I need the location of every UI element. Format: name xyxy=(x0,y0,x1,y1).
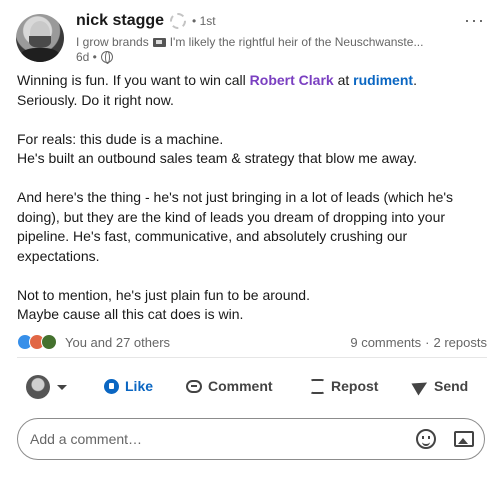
comment-box xyxy=(17,418,485,460)
reactions-summary[interactable]: You and 27 others xyxy=(17,334,170,350)
flag-icon xyxy=(152,37,166,47)
engagement-counts: 9 comments · 2 reposts xyxy=(350,335,487,350)
repost-label: Repost xyxy=(331,378,379,394)
post-text: Winning is fun. If you want to win call … xyxy=(17,71,487,344)
author-name[interactable]: nick stagge xyxy=(76,12,164,30)
post-text-segment: Not to mention, he's just plain fun to b… xyxy=(17,286,310,303)
comment-icon xyxy=(186,379,202,393)
post-text-segment: at xyxy=(333,72,354,88)
post-paragraph-3: And here's the thing - he's not just bri… xyxy=(17,189,454,264)
post-text-segment: . xyxy=(413,72,417,88)
open-to-work-ring-icon xyxy=(170,13,187,29)
reposts-count[interactable]: 2 reposts xyxy=(434,335,487,350)
repost-button[interactable]: Repost xyxy=(310,378,378,394)
reactions-text: You and 27 others xyxy=(65,334,171,350)
avatar-body xyxy=(20,48,60,62)
comment-button[interactable]: Comment xyxy=(186,378,273,394)
image-icon[interactable] xyxy=(454,431,474,447)
action-bar: Like Comment Repost Send xyxy=(26,372,486,402)
post-card: nick stagge • 1st I grow brands I'm like… xyxy=(0,0,500,500)
reaction-icons xyxy=(17,334,57,350)
more-icon[interactable]: ··· xyxy=(464,10,485,31)
post-text-segment: He's built an outbound sales team & stra… xyxy=(17,150,418,166)
post-time: 6d • xyxy=(76,50,97,64)
post-text-segment: Maybe cause all this cat does is win. xyxy=(17,306,244,322)
mention-company-link[interactable]: rudiment xyxy=(353,72,413,88)
send-label: Send xyxy=(434,378,469,394)
support-reaction-icon xyxy=(41,334,57,350)
globe-icon xyxy=(100,51,113,64)
author-headline: I grow brands I'm likely the rightful he… xyxy=(76,35,423,49)
headline-suffix: I'm likely the rightful heir of the Neus… xyxy=(169,35,424,49)
reaction-as-avatar[interactable] xyxy=(26,375,50,399)
author-avatar[interactable] xyxy=(16,14,64,62)
count-separator: · xyxy=(425,334,430,350)
post-paragraph-1: Winning is fun. If you want to win call … xyxy=(17,71,487,110)
post-meta: 6d • xyxy=(76,50,113,64)
chevron-down-icon[interactable] xyxy=(57,384,67,390)
avatar-beard xyxy=(29,36,51,48)
author-name-row: nick stagge • 1st xyxy=(76,12,216,30)
post-text-segment: Winning is fun. If you want to win call xyxy=(17,72,250,88)
like-label: Like xyxy=(125,378,154,394)
emoji-icon[interactable] xyxy=(416,429,436,449)
post-text-segment: For reals: this dude is a machine. xyxy=(17,130,224,147)
divider xyxy=(17,357,487,358)
post-text-segment: Seriously. Do it right now. xyxy=(17,91,174,108)
like-button[interactable]: Like xyxy=(104,378,153,394)
comment-input[interactable] xyxy=(30,431,400,447)
mention-person-link[interactable]: Robert Clark xyxy=(250,72,334,88)
send-icon xyxy=(411,376,431,396)
send-button[interactable]: Send xyxy=(411,376,469,396)
repost-icon xyxy=(310,378,325,394)
post-paragraph-2: For reals: this dude is a machine. He's … xyxy=(17,130,487,169)
social-counts: You and 27 others 9 comments · 2 reposts xyxy=(17,334,487,350)
comments-count[interactable]: 9 comments xyxy=(350,335,421,350)
connection-degree: • 1st xyxy=(192,14,216,28)
comment-label: Comment xyxy=(208,378,273,394)
like-icon xyxy=(104,378,119,394)
headline-prefix: I grow brands xyxy=(76,35,149,49)
post-paragraph-4: Not to mention, he's just plain fun to b… xyxy=(17,286,487,325)
